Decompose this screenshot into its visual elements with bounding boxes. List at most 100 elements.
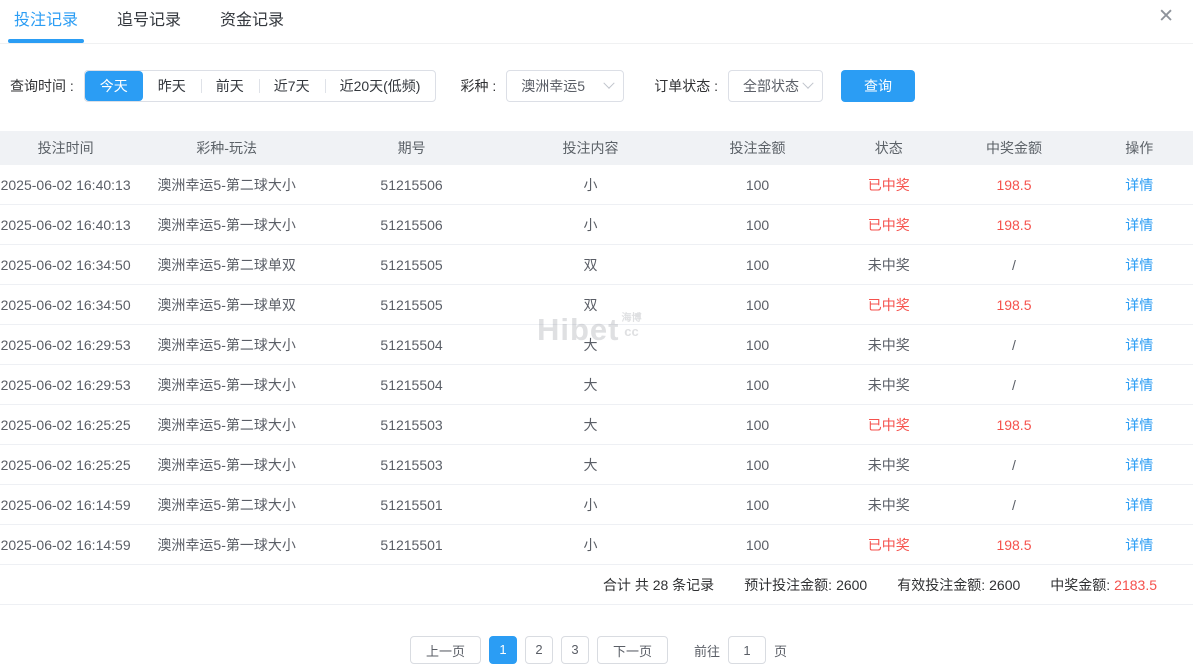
table-row: 2025-06-02 16:29:53 澳洲幸运5-第一球大小 51215504 大 1… xyxy=(0,365,1193,405)
prize-amount-cell: / xyxy=(1012,376,1016,393)
bet-content-cell: 小 xyxy=(583,216,598,233)
tab-chase-records[interactable]: 追号记录 xyxy=(117,0,181,44)
lottery-play-cell: 澳洲幸运5-第一球单双 xyxy=(157,296,296,313)
action-cell: 详情 xyxy=(1086,175,1193,195)
time-option-yesterday[interactable]: 昨天 xyxy=(143,71,201,101)
bet-content-cell: 大 xyxy=(583,416,598,433)
prize-amount-cell: / xyxy=(1012,336,1016,353)
detail-link[interactable]: 详情 xyxy=(1125,297,1153,313)
lottery-select[interactable]: 澳洲幸运5 xyxy=(506,70,625,102)
goto-label: 前往 xyxy=(694,643,721,659)
time-option-day-before[interactable]: 前天 xyxy=(200,71,259,101)
action-cell: 详情 xyxy=(1086,415,1193,435)
order-status-select[interactable]: 全部状态 xyxy=(728,70,824,102)
detail-link[interactable]: 详情 xyxy=(1125,457,1153,473)
action-cell: 详情 xyxy=(1086,295,1193,315)
action-cell: 详情 xyxy=(1086,215,1193,235)
table-row: 2025-06-02 16:34:50 澳洲幸运5-第一球单双 51215505 双 1… xyxy=(0,285,1193,325)
chevron-down-icon xyxy=(603,77,615,89)
lottery-select-value: 澳洲幸运5 xyxy=(521,78,586,94)
prize-amount-cell: / xyxy=(1012,496,1016,513)
page-button-3[interactable]: 3 xyxy=(560,636,589,664)
page-button-1[interactable]: 1 xyxy=(488,636,517,664)
order-status-select-value: 全部状态 xyxy=(743,78,800,94)
time-range-group: 今天 昨天 前天 近7天 近20天(低频) xyxy=(83,70,437,102)
bet-content-cell: 大 xyxy=(583,336,598,353)
issue-number-cell: 51215505 xyxy=(380,296,443,313)
prize-amount-cell: / xyxy=(1012,456,1016,473)
pagination: 上一页 1 2 3 下一页 前往 页 xyxy=(0,636,1193,664)
detail-link[interactable]: 详情 xyxy=(1125,537,1153,553)
query-time-label: 查询时间 : xyxy=(10,78,74,94)
bet-time-cell: 2025-06-02 16:40:13 xyxy=(0,216,131,233)
filter-bar: 查询时间 : 今天 昨天 前天 近7天 近20天(低频) 彩种 : 澳洲幸运5 … xyxy=(10,70,1193,102)
action-cell: 详情 xyxy=(1086,455,1193,475)
tab-fund-records[interactable]: 资金记录 xyxy=(220,0,284,44)
issue-number-cell: 51215506 xyxy=(380,216,443,233)
lottery-label: 彩种 : xyxy=(460,78,497,94)
issue-number-cell: 51215506 xyxy=(380,176,443,193)
table-row: 2025-06-02 16:40:13 澳洲幸运5-第一球大小 51215506 小 1… xyxy=(0,205,1193,245)
issue-number-cell: 51215505 xyxy=(380,256,443,273)
bet-content-cell: 双 xyxy=(583,296,598,313)
records-table: 投注时间 彩种-玩法 期号 投注内容 投注金额 状态 中奖金额 操作 2025-… xyxy=(0,131,1193,605)
bet-amount-cell: 100 xyxy=(745,496,770,513)
bet-amount-cell: 100 xyxy=(745,456,770,473)
action-cell: 详情 xyxy=(1086,375,1193,395)
lottery-play-cell: 澳洲幸运5-第二球大小 xyxy=(157,336,296,353)
lottery-play-cell: 澳洲幸运5-第二球单双 xyxy=(157,256,296,273)
time-option-7days[interactable]: 近7天 xyxy=(258,71,325,101)
detail-link[interactable]: 详情 xyxy=(1125,417,1153,433)
order-status-label: 订单状态 : xyxy=(654,78,719,94)
tab-bar: 投注记录 追号记录 资金记录 ✕ xyxy=(0,0,1193,44)
table-header-row: 投注时间 彩种-玩法 期号 投注内容 投注金额 状态 中奖金额 操作 xyxy=(0,131,1193,165)
action-cell: 详情 xyxy=(1086,255,1193,275)
header-action: 操作 xyxy=(1125,140,1154,156)
lottery-play-cell: 澳洲幸运5-第二球大小 xyxy=(157,416,296,433)
valid-bet-amount: 有效投注金额: 2600 xyxy=(897,575,1020,595)
valid-bet-amount-value: 2600 xyxy=(989,576,1021,593)
table-row: 2025-06-02 16:25:25 澳洲幸运5-第一球大小 51215503 大 1… xyxy=(0,445,1193,485)
bet-time-cell: 2025-06-02 16:34:50 xyxy=(0,256,131,273)
prize-total: 中奖金额: 2183.5 xyxy=(1050,575,1157,595)
detail-link[interactable]: 详情 xyxy=(1125,217,1153,233)
prize-amount-cell: 198.5 xyxy=(996,416,1032,433)
prev-page-button[interactable]: 上一页 xyxy=(409,636,481,664)
bet-content-cell: 小 xyxy=(583,176,598,193)
betting-records-panel: 投注记录 追号记录 资金记录 ✕ 查询时间 : 今天 昨天 前天 近7天 近20… xyxy=(0,0,1193,671)
detail-link[interactable]: 详情 xyxy=(1125,257,1153,273)
time-option-20days[interactable]: 近20天(低频) xyxy=(324,71,436,101)
status-cell: 已中奖 xyxy=(867,296,910,313)
header-lottery-play: 彩种-玩法 xyxy=(196,140,257,156)
table-body: 2025-06-02 16:40:13 澳洲幸运5-第二球大小 51215506 小 1… xyxy=(0,165,1193,565)
status-cell: 已中奖 xyxy=(867,536,910,553)
prize-amount-cell: 198.5 xyxy=(996,176,1032,193)
tab-bet-records[interactable]: 投注记录 xyxy=(7,0,85,44)
prize-amount-cell: 198.5 xyxy=(996,536,1032,553)
lottery-play-cell: 澳洲幸运5-第一球大小 xyxy=(157,216,296,233)
detail-link[interactable]: 详情 xyxy=(1125,497,1153,513)
bet-time-cell: 2025-06-02 16:40:13 xyxy=(0,176,131,193)
detail-link[interactable]: 详情 xyxy=(1125,177,1153,193)
issue-number-cell: 51215504 xyxy=(380,376,443,393)
total-records-text: 合计 共 28 条记录 xyxy=(602,576,715,593)
goto-page-input[interactable] xyxy=(728,636,767,664)
query-button[interactable]: 查询 xyxy=(841,70,916,102)
table-row: 2025-06-02 16:25:25 澳洲幸运5-第二球大小 51215503 大 1… xyxy=(0,405,1193,445)
bet-content-cell: 小 xyxy=(583,496,598,513)
detail-link[interactable]: 详情 xyxy=(1125,377,1153,393)
bet-amount-cell: 100 xyxy=(745,336,770,353)
status-cell: 未中奖 xyxy=(867,256,910,273)
status-cell: 已中奖 xyxy=(867,176,910,193)
bet-content-cell: 小 xyxy=(583,536,598,553)
status-cell: 未中奖 xyxy=(867,376,910,393)
detail-link[interactable]: 详情 xyxy=(1125,337,1153,353)
table-row: 2025-06-02 16:14:59 澳洲幸运5-第二球大小 51215501 小 1… xyxy=(0,485,1193,525)
bet-time-cell: 2025-06-02 16:34:50 xyxy=(0,296,131,313)
time-option-today[interactable]: 今天 xyxy=(84,71,143,101)
close-icon[interactable]: ✕ xyxy=(1158,7,1174,26)
lottery-play-cell: 澳洲幸运5-第一球大小 xyxy=(157,536,296,553)
page-button-2[interactable]: 2 xyxy=(524,636,553,664)
next-page-button[interactable]: 下一页 xyxy=(596,636,668,664)
lottery-play-cell: 澳洲幸运5-第一球大小 xyxy=(157,456,296,473)
